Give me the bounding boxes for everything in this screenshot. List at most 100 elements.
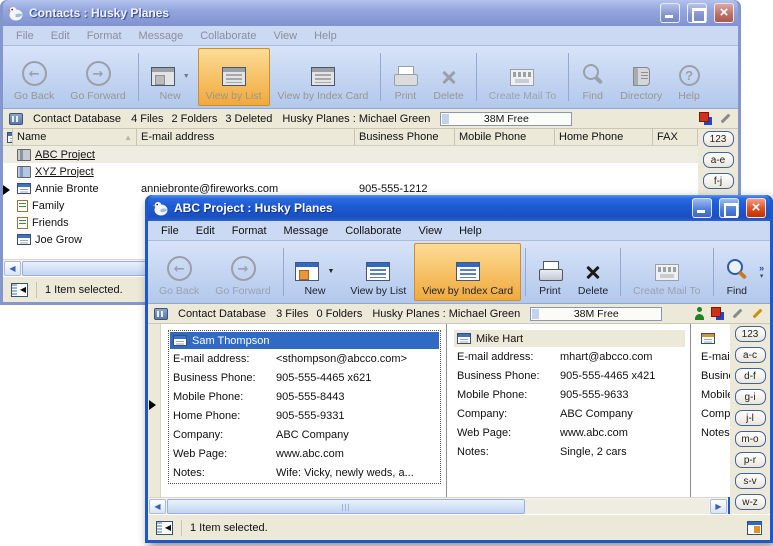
index-tab-p-r[interactable]: p-r	[735, 452, 766, 468]
card-view-toggle-icon[interactable]	[747, 521, 762, 535]
menu-collaborate[interactable]: Collaborate	[337, 223, 409, 239]
new-dropdown-icon[interactable]: ▼	[327, 268, 334, 275]
card-mike-hart[interactable]: Mike Hart E-mail address:mhart@abcco.com…	[454, 330, 685, 461]
find-button[interactable]: Find	[573, 48, 612, 106]
presence-person-icon[interactable]	[694, 307, 704, 320]
menu-message[interactable]: Message	[131, 28, 192, 44]
view-by-list-button[interactable]: View by List	[198, 48, 270, 106]
help-icon	[679, 65, 700, 86]
card-sam-thompson[interactable]: Sam Thompson E-mail address:<sthompson@a…	[168, 330, 441, 484]
new-button[interactable]: ▼ New	[287, 243, 342, 301]
card-gutter	[148, 324, 161, 497]
close-button[interactable]	[714, 3, 734, 23]
menu-message[interactable]: Message	[276, 223, 337, 239]
contacts-toolbar: Go Back Go Forward ▼ New View by List Vi…	[3, 46, 738, 109]
find-button[interactable]: Find	[717, 243, 756, 301]
maximize-button[interactable]	[687, 3, 707, 23]
new-button[interactable]: ▼ New	[143, 48, 198, 106]
menu-format[interactable]: Format	[79, 28, 130, 44]
toolbar-overflow-chevron-icon[interactable]: »▾	[756, 264, 767, 280]
menu-collaborate[interactable]: Collaborate	[192, 28, 264, 44]
column-business-phone[interactable]: Business Phone	[355, 129, 455, 145]
column-mobile-phone[interactable]: Mobile Phone	[455, 129, 555, 145]
new-dropdown-icon[interactable]: ▼	[183, 73, 190, 80]
list-row-abc-project[interactable]: ABC Project	[3, 146, 738, 163]
print-button[interactable]: Print	[530, 243, 570, 301]
card-header[interactable]: Sam Thompson	[170, 332, 439, 349]
menu-help[interactable]: Help	[451, 223, 490, 239]
column-email[interactable]: E-mail address	[137, 129, 355, 145]
card-header[interactable]: Mike Hart	[454, 330, 685, 347]
project-book-icon	[17, 149, 31, 161]
directory-button[interactable]: Directory	[612, 48, 670, 106]
column-name[interactable]: Name	[13, 129, 137, 145]
create-mail-to-button[interactable]: Create Mail To	[481, 48, 565, 106]
panel-toggle-icon[interactable]	[11, 283, 28, 297]
menu-file[interactable]: File	[8, 28, 42, 44]
menu-edit[interactable]: Edit	[43, 28, 78, 44]
menu-view[interactable]: View	[410, 223, 450, 239]
index-tab-g-i[interactable]: g-i	[735, 389, 766, 405]
menu-format[interactable]: Format	[224, 223, 275, 239]
column-home-phone[interactable]: Home Phone	[555, 129, 653, 145]
view-by-index-card-button[interactable]: View by Index Card	[270, 48, 377, 106]
sync-squares-icon[interactable]	[711, 307, 724, 320]
toolbar-separator	[713, 248, 714, 296]
index-tab-a-c[interactable]: a-c	[735, 347, 766, 363]
toolbar-separator	[525, 248, 526, 296]
status-text: 1 Item selected.	[45, 284, 123, 296]
edit-pencil-icon[interactable]	[731, 307, 744, 320]
view-by-index-card-button[interactable]: View by Index Card	[414, 243, 521, 301]
sync-squares-icon[interactable]	[699, 112, 712, 125]
index-tab-123[interactable]: 123	[735, 326, 766, 342]
index-tab-123[interactable]: 123	[703, 131, 734, 147]
menu-file[interactable]: File	[153, 223, 187, 239]
index-tab-w-z[interactable]: w-z	[735, 494, 766, 510]
index-tab-s-v[interactable]: s-v	[735, 473, 766, 489]
scroll-left-arrow[interactable]: ◀	[149, 499, 166, 514]
index-card-view: Sam Thompson E-mail address:<sthompson@a…	[148, 324, 730, 497]
column-fax[interactable]: FAX	[653, 129, 698, 145]
print-icon	[538, 261, 562, 281]
scroll-thumb[interactable]	[167, 499, 525, 514]
edit-pencil-icon[interactable]	[719, 112, 732, 125]
panel-toggle-icon[interactable]	[156, 521, 173, 535]
menu-view[interactable]: View	[265, 28, 305, 44]
index-tab-m-o[interactable]: m-o	[735, 431, 766, 447]
minimize-button[interactable]	[692, 198, 712, 218]
index-tab-j-l[interactable]: j-l	[735, 410, 766, 426]
go-forward-icon	[231, 256, 256, 281]
abc-horizontal-scrollbar[interactable]: ◀ ▶	[148, 497, 728, 514]
go-forward-button[interactable]: Go Forward	[207, 243, 278, 301]
index-tab-a-e[interactable]: a-e	[703, 152, 734, 168]
scroll-track[interactable]	[167, 499, 709, 514]
list-row-xyz-project[interactable]: XYZ Project	[3, 163, 738, 180]
contacts-titlebar[interactable]: Contacts : Husky Planes	[3, 0, 738, 26]
menu-edit[interactable]: Edit	[188, 223, 223, 239]
close-button[interactable]	[746, 198, 766, 218]
index-tab-f-j[interactable]: f-j	[703, 173, 734, 189]
go-forward-button[interactable]: Go Forward	[62, 48, 133, 106]
abc-titlebar[interactable]: ABC Project : Husky Planes	[148, 195, 770, 221]
minimize-button[interactable]	[660, 3, 680, 23]
scroll-right-arrow[interactable]: ▶	[710, 499, 727, 514]
print-button[interactable]: Print	[385, 48, 425, 106]
help-button[interactable]: Help	[670, 48, 708, 106]
card-partial[interactable]: E-mail address: Business Phone: Mobile P…	[698, 330, 725, 442]
delete-icon	[440, 68, 458, 86]
toolbar-separator	[620, 248, 621, 296]
menu-help[interactable]: Help	[306, 28, 345, 44]
go-back-button[interactable]: Go Back	[151, 243, 207, 301]
card-name: Sam Thompson	[192, 335, 269, 347]
create-mail-to-button[interactable]: Create Mail To	[625, 243, 709, 301]
go-back-button[interactable]: Go Back	[6, 48, 62, 106]
delete-button[interactable]: Delete	[425, 48, 471, 106]
sign-pen-icon[interactable]	[751, 307, 764, 320]
maximize-button[interactable]	[719, 198, 739, 218]
scroll-left-arrow[interactable]: ◀	[4, 261, 21, 276]
view-by-list-button[interactable]: View by List	[342, 243, 414, 301]
delete-button[interactable]: Delete	[570, 243, 616, 301]
contact-database-icon	[9, 113, 23, 125]
index-tab-d-f[interactable]: d-f	[735, 368, 766, 384]
card-header[interactable]	[698, 330, 725, 347]
